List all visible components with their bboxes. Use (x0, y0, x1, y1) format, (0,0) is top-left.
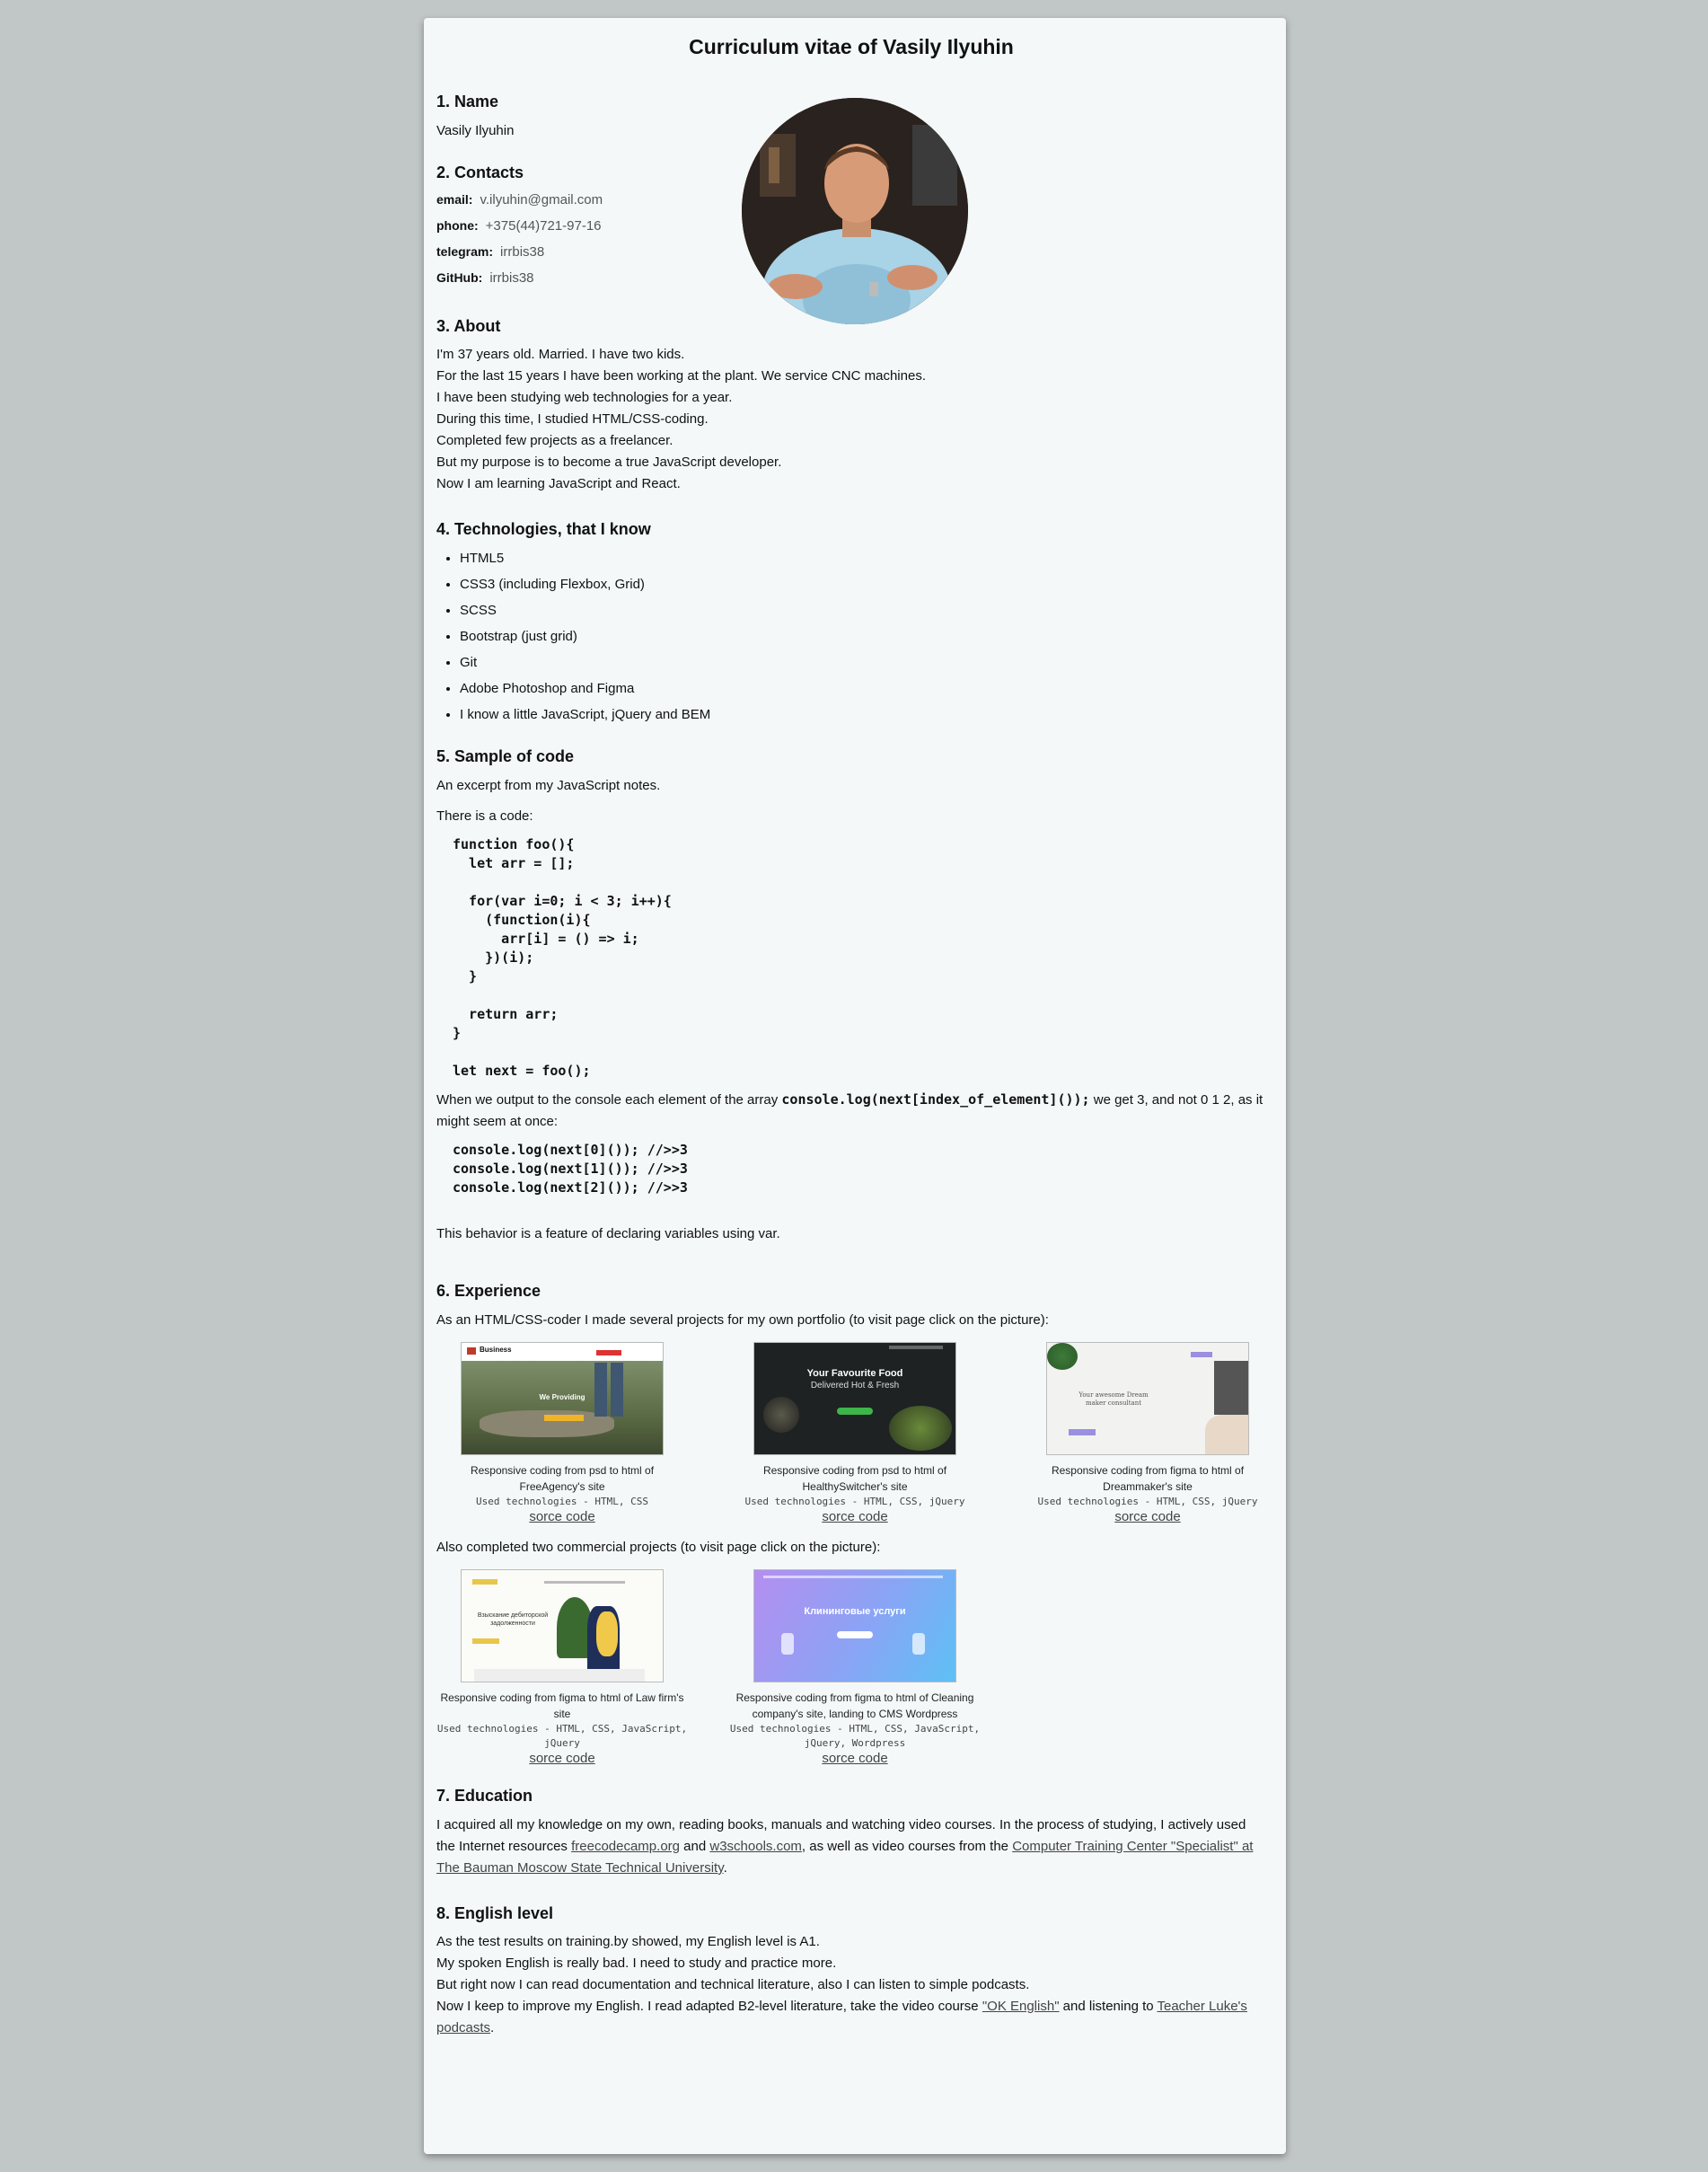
project-card: Your Favourite Food Delivered Hot & Fres… (729, 1342, 981, 1525)
list-item: I know a little JavaScript, jQuery and B… (460, 702, 1266, 728)
thumb-subheadline: Delivered Hot & Fresh (810, 1381, 900, 1391)
about-line: During this time, I studied HTML/CSS-cod… (436, 411, 709, 427)
english-line: Now I keep to improve my English. I read… (436, 1996, 1266, 2039)
list-item: SCSS (460, 597, 1266, 623)
about-line: Now I am learning JavaScript and React. (436, 476, 681, 491)
thumb-headline: Клининговые услуги (804, 1606, 906, 1617)
commercial-intro: Also completed two commercial projects (… (436, 1540, 881, 1555)
project-technologies: Used technologies - HTML, CSS (475, 1496, 649, 1507)
thumb-headline: Your awesome Dream maker consultant (1079, 1391, 1149, 1407)
english-line: But right now I can read documentation a… (436, 1977, 1030, 1992)
project-technologies: Used technologies - HTML, CSS, JavaScrip… (729, 1723, 981, 1749)
experience-intro: As an HTML/CSS-coder I made several proj… (436, 1312, 1049, 1328)
project-caption: Responsive coding from figma to html of … (735, 1691, 974, 1720)
about-line: I'm 37 years old. Married. I have two ki… (436, 347, 685, 362)
contact-value[interactable]: irrbis38 (489, 270, 533, 286)
contact-label: GitHub: (436, 270, 483, 285)
education-text-part: and (680, 1839, 710, 1854)
source-code-link[interactable]: sorce code (822, 1509, 887, 1524)
list-item: Git (460, 649, 1266, 675)
project-technologies: Used technologies - HTML, CSS, JavaScrip… (436, 1723, 688, 1749)
english-heading: 8. English level (436, 1904, 554, 1922)
thumb-headline: Your Favourite Food (806, 1368, 903, 1379)
education-text-part: . (723, 1860, 727, 1876)
project-thumbnail[interactable]: Your Favourite Food Delivered Hot & Fres… (753, 1342, 956, 1455)
contact-value[interactable]: +375(44)721-97-16 (486, 218, 602, 234)
profile-photo (742, 98, 968, 324)
about-line: Completed few projects as a freelancer. (436, 433, 674, 448)
education-heading: 7. Education (436, 1787, 533, 1805)
education-text: I acquired all my knowledge on my own, r… (436, 1814, 1266, 1879)
explain-text: When we output to the console each eleme… (436, 1092, 782, 1108)
contact-value[interactable]: irrbis38 (500, 244, 544, 260)
freecodecamp-link[interactable]: freecodecamp.org (571, 1839, 680, 1854)
project-technologies: Used technologies - HTML, CSS, jQuery (744, 1496, 965, 1507)
list-item: Bootstrap (just grid) (460, 623, 1266, 649)
project-card: Клининговые услуги Responsive coding fro… (729, 1569, 981, 1767)
thumb-headline: We Providing (539, 1393, 585, 1401)
english-line: My spoken English is really bad. I need … (436, 1956, 837, 1971)
contact-label: email: (436, 192, 473, 207)
english-text-part: . (490, 2020, 495, 2035)
english-text-part: Now I keep to improve my English. I read… (436, 1999, 982, 2014)
about-line: But my purpose is to become a true JavaS… (436, 455, 782, 470)
education-text-part: , as well as video courses from the (801, 1839, 1013, 1854)
sample-there: There is a code: (436, 808, 533, 824)
project-thumbnail[interactable]: Клининговые услуги (753, 1569, 956, 1682)
code-block-output: console.log(next[0]()); //>>3 console.lo… (453, 1142, 688, 1196)
sample-explanation: When we output to the console each eleme… (436, 1089, 1266, 1133)
project-card: Business We Providing Responsive coding … (436, 1342, 688, 1525)
experience-heading: 6. Experience (436, 1282, 541, 1300)
project-caption: Responsive coding from figma to html of … (1051, 1464, 1245, 1493)
project-technologies: Used technologies - HTML, CSS, jQuery (1037, 1496, 1258, 1507)
source-code-link[interactable]: sorce code (1114, 1509, 1180, 1524)
portfolio-projects: Business We Providing Responsive coding … (436, 1342, 1266, 1526)
project-card: Your awesome Dream maker consultant Resp… (1022, 1342, 1273, 1525)
source-code-link[interactable]: sorce code (529, 1509, 594, 1524)
project-thumbnail[interactable]: Business We Providing (461, 1342, 664, 1455)
inline-code: console.log(next[index_of_element]()); (781, 1091, 1090, 1108)
about-line: For the last 15 years I have been workin… (436, 368, 926, 384)
sample-heading: 5. Sample of code (436, 747, 575, 765)
english-line: As the test results on training.by showe… (436, 1934, 820, 1949)
list-item: CSS3 (including Flexbox, Grid) (460, 571, 1266, 597)
list-item: HTML5 (460, 545, 1266, 571)
sample-intro: An excerpt from my JavaScript notes. (436, 778, 661, 793)
project-card: Взыскание дебиторской задолженности Resp… (436, 1569, 688, 1767)
thumb-headline: Взыскание дебиторской задолженности (477, 1612, 549, 1627)
english-text: As the test results on training.by showe… (436, 1931, 1266, 2039)
source-code-link[interactable]: sorce code (529, 1751, 594, 1766)
project-caption: Responsive coding from psd to html of He… (762, 1464, 947, 1493)
code-block: function foo(){ let arr = []; for(var i=… (453, 836, 672, 1079)
ok-english-link[interactable]: "OK English" (982, 1999, 1060, 2014)
commercial-projects: Взыскание дебиторской задолженности Resp… (436, 1569, 1266, 1785)
project-caption: Responsive coding from figma to html of … (440, 1691, 684, 1720)
thumb-brand: Business (480, 1346, 512, 1354)
contact-label: telegram: (436, 244, 494, 259)
project-caption: Responsive coding from psd to html of Fr… (470, 1464, 655, 1493)
contact-value[interactable]: v.ilyuhin@gmail.com (480, 192, 603, 207)
source-code-link[interactable]: sorce code (822, 1751, 887, 1766)
about-line: I have been studying web technologies fo… (436, 390, 733, 405)
contact-label: phone: (436, 218, 479, 233)
cv-card: Curriculum vitae of Vasily Ilyuhin 1. Na… (424, 18, 1286, 2154)
sample-conclusion: This behavior is a feature of declaring … (436, 1226, 780, 1241)
profile-photo-image (742, 98, 968, 324)
technologies-list: HTML5 CSS3 (including Flexbox, Grid) SCS… (436, 545, 1266, 728)
page-title: Curriculum vitae of Vasily Ilyuhin (689, 35, 1014, 58)
list-item: Adobe Photoshop and Figma (460, 675, 1266, 702)
project-thumbnail[interactable]: Your awesome Dream maker consultant (1046, 1342, 1249, 1455)
technologies-heading: 4. Technologies, that I know (436, 520, 651, 538)
project-thumbnail[interactable]: Взыскание дебиторской задолженности (461, 1569, 664, 1682)
w3schools-link[interactable]: w3schools.com (709, 1839, 802, 1854)
english-text-part: and listening to (1059, 1999, 1158, 2014)
about-text: I'm 37 years old. Married. I have two ki… (436, 344, 1266, 495)
